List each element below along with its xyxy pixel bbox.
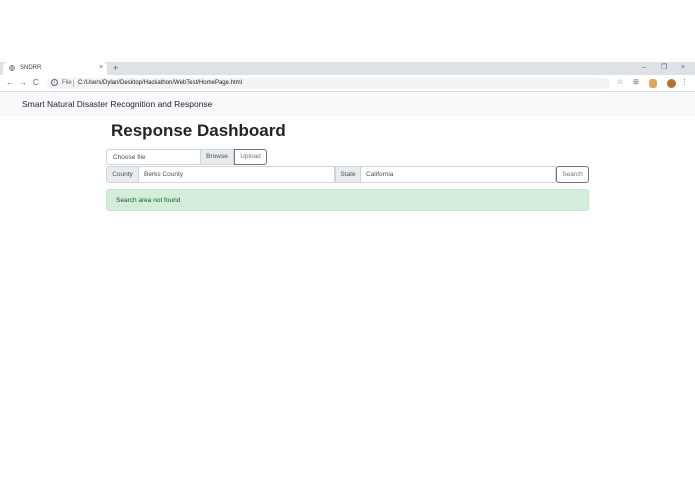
upload-button[interactable]: Upload — [234, 149, 267, 165]
url-text[interactable]: C:/Users/Dylan/Desktop/Hackathon/WebTest… — [78, 80, 242, 87]
extension-icon[interactable]: ⊞ — [633, 78, 639, 88]
reload-icon[interactable]: C — [33, 78, 39, 88]
navbar-brand[interactable]: Smart Natural Disaster Recognition and R… — [22, 98, 212, 110]
scheme-label: File — [62, 80, 72, 86]
omnibox-divider — [73, 80, 74, 87]
county-input[interactable]: Berks County — [139, 166, 335, 183]
menu-icon[interactable]: ⋮ — [681, 78, 688, 88]
minimize-icon[interactable]: – — [642, 64, 646, 72]
back-icon[interactable]: ← — [6, 78, 14, 88]
browser-tab[interactable]: SNDRR × — [3, 62, 107, 75]
star-icon[interactable]: ☆ — [617, 78, 623, 88]
new-tab-button[interactable]: + — [113, 63, 118, 73]
county-label: County — [106, 166, 139, 183]
file-input[interactable]: Choose file Browse — [106, 149, 234, 165]
close-tab-icon[interactable]: × — [99, 64, 103, 72]
page-title: Response Dashboard — [111, 121, 286, 140]
tab-title: SNDRR — [20, 65, 42, 71]
extension-badge-icon[interactable] — [649, 79, 657, 88]
forward-icon[interactable]: → — [19, 78, 27, 88]
blank-area — [0, 0, 695, 62]
search-group: County Berks County State California Sea… — [106, 166, 589, 183]
restore-icon[interactable]: ❐ — [661, 64, 667, 72]
search-button[interactable]: Search — [556, 166, 589, 183]
globe-icon — [9, 65, 15, 71]
alert-message: Search area not found — [116, 197, 181, 204]
state-label: State — [335, 166, 361, 183]
status-alert: Search area not found — [106, 189, 589, 211]
info-icon[interactable]: i — [51, 79, 58, 86]
address-bar: ← → C i File C:/Users/Dylan/Desktop/Hack… — [0, 75, 695, 92]
navbar: Smart Natural Disaster Recognition and R… — [0, 92, 695, 116]
tab-strip: SNDRR × + – ❐ × — [0, 62, 695, 75]
profile-avatar[interactable] — [667, 79, 676, 88]
file-input-placeholder: Choose file — [113, 154, 146, 161]
close-window-icon[interactable]: × — [681, 64, 685, 72]
omnibox[interactable]: i File C:/Users/Dylan/Desktop/Hackathon/… — [47, 78, 610, 89]
state-input[interactable]: California — [361, 166, 556, 183]
browse-button[interactable]: Browse — [200, 150, 233, 164]
